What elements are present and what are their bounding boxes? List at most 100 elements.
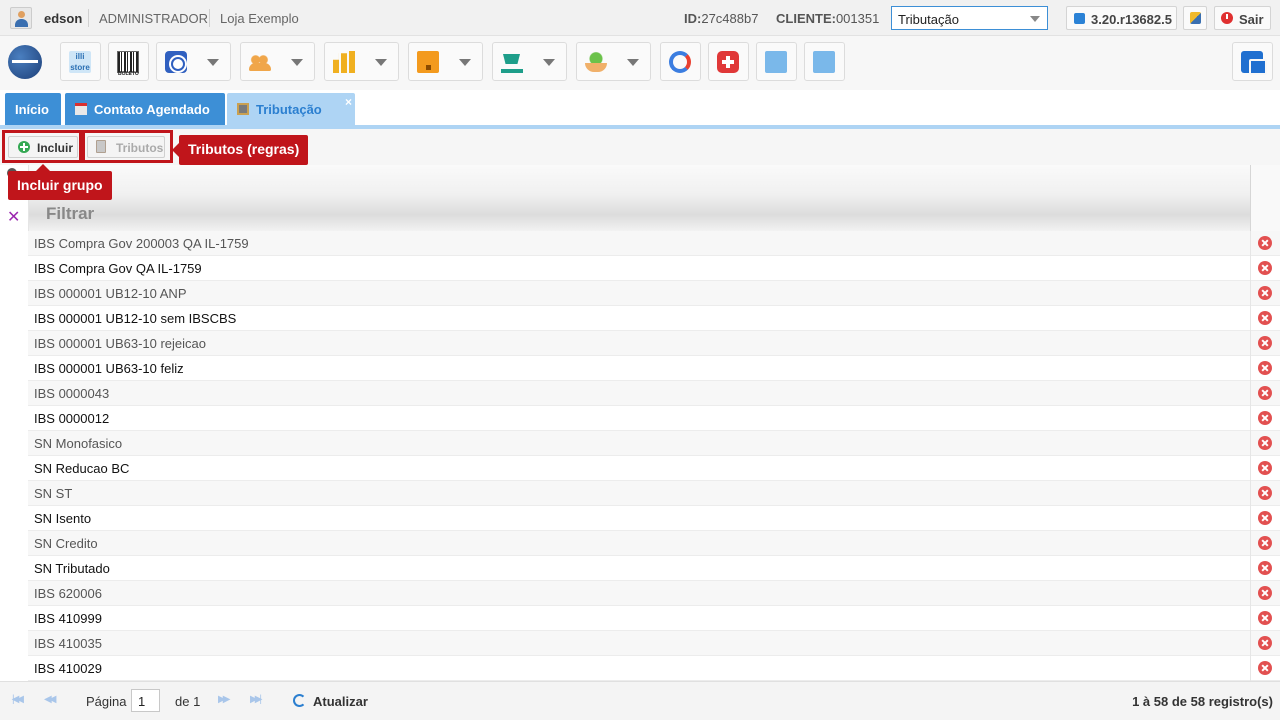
health-button[interactable] [708,42,749,81]
separator [88,9,89,27]
table-row[interactable]: IBS 000001 UB12-10 sem IBSCBS [28,306,1280,331]
column-divider [1250,306,1251,331]
chat-button[interactable] [1232,42,1273,81]
chevron-down-icon [543,59,555,66]
table-row[interactable]: SN Reducao BC [28,456,1280,481]
delete-row-icon[interactable] [1258,461,1272,475]
chevron-down-icon [1030,16,1040,22]
delete-row-icon[interactable] [1258,536,1272,550]
record-count: 1 à 58 de 58 registro(s) [1132,694,1273,709]
clear-filter-icon[interactable]: ✕ [7,210,20,226]
table-row[interactable]: IBS 410035 [28,631,1280,656]
table-row[interactable]: SN ST [28,481,1280,506]
include-group-callout: Incluir grupo [8,164,112,200]
row-description: IBS 410029 [34,661,102,676]
table-row[interactable]: IBS 0000043 [28,381,1280,406]
session-id: ID:27c488b7 [684,11,759,26]
chevron-down-icon [459,59,471,66]
table-row[interactable]: IBS 000001 UB12-10 ANP [28,281,1280,306]
column-divider [1250,356,1251,381]
delete-row-icon[interactable] [1258,561,1272,575]
row-description: IBS 410035 [34,636,102,651]
inventory-menu-button[interactable] [408,42,483,81]
first-page-icon[interactable]: |◀◀ [12,694,28,706]
hands-box-icon [585,51,607,73]
table-row[interactable]: IBS 410999 [28,606,1280,631]
user-name[interactable]: edson [44,11,82,26]
table-row[interactable]: SN Tributado [28,556,1280,581]
last-page-icon[interactable]: ▶▶| [250,694,266,706]
table-row[interactable]: IBS Compra Gov QA IL-1759 [28,256,1280,281]
page-number-input[interactable]: 1 [131,689,160,712]
delete-row-icon[interactable] [1258,261,1272,275]
barcode-icon [117,51,139,73]
delete-row-icon[interactable] [1258,411,1272,425]
delete-row-icon[interactable] [1258,286,1272,300]
delete-row-icon[interactable] [1258,636,1272,650]
boleto-module-button[interactable]: BOLETO [108,42,149,81]
close-icon[interactable]: × [345,95,352,109]
exit-label: Sair [1239,12,1264,27]
settings-menu-button[interactable] [156,42,231,81]
table-row[interactable]: IBS 0000012 [28,406,1280,431]
store-name[interactable]: Loja Exemplo [220,11,299,26]
people-menu-button[interactable] [240,42,315,81]
delete-row-icon[interactable] [1258,386,1272,400]
tab-contato-agendado[interactable]: Contato Agendado [65,93,225,125]
version-button[interactable]: 3.20.r13682.5 [1066,6,1177,30]
delete-row-icon[interactable] [1258,311,1272,325]
previous-page-icon[interactable]: ◀◀ [44,694,60,706]
broom-icon [1190,12,1201,24]
refresh-icon[interactable] [293,694,306,707]
row-description: SN Reducao BC [34,461,130,476]
delete-row-icon[interactable] [1258,511,1272,525]
next-page-icon[interactable]: ▶▶ [218,694,234,706]
row-description: IBS 000001 UB12-10 ANP [34,286,187,301]
row-description: IBS 620006 [34,586,102,601]
shortcut-button[interactable] [804,42,845,81]
tab-tributacao[interactable]: Tributação × [227,93,355,125]
delete-row-icon[interactable] [1258,361,1272,375]
column-divider [1250,606,1251,631]
delete-row-icon[interactable] [1258,661,1272,675]
delete-row-icon[interactable] [1258,486,1272,500]
grid-header-action-column [1250,165,1280,231]
refresh-button[interactable]: Atualizar [313,694,368,709]
store-module-button[interactable]: illi store [60,42,101,81]
table-row[interactable]: IBS 620006 [28,581,1280,606]
delete-row-icon[interactable] [1258,336,1272,350]
highlight-box [82,130,173,163]
shortcut-button[interactable] [756,42,797,81]
delete-row-icon[interactable] [1258,611,1272,625]
row-description: SN Isento [34,511,92,526]
reports-menu-button[interactable] [324,42,399,81]
delete-row-icon[interactable] [1258,586,1272,600]
clean-cache-button[interactable] [1183,6,1207,30]
column-divider [1250,406,1251,431]
people-icon [249,51,271,73]
tributos-callout: Tributos (regras) [171,135,309,165]
sync-button[interactable] [660,42,701,81]
delete-row-icon[interactable] [1258,436,1272,450]
delete-row-icon[interactable] [1258,236,1272,250]
table-row[interactable]: IBS 000001 UB63-10 feliz [28,356,1280,381]
table-row[interactable]: IBS Compra Gov 200003 QA IL-1759 [28,231,1280,256]
filter-label[interactable]: Filtrar [46,204,94,224]
sales-menu-button[interactable] [492,42,567,81]
exit-button[interactable]: Sair [1214,6,1271,30]
tile-icon [813,51,835,73]
table-row[interactable]: SN Credito [28,531,1280,556]
table-row[interactable]: SN Monofasico [28,431,1280,456]
services-menu-button[interactable] [576,42,651,81]
row-description: SN Monofasico [34,436,123,451]
row-description: IBS 0000043 [34,386,110,401]
page-total: de 1 [175,694,201,709]
table-row[interactable]: IBS 410029 [28,656,1280,681]
app-logo-icon[interactable] [8,45,42,79]
user-avatar-icon[interactable] [10,7,32,29]
table-row[interactable]: IBS 000001 UB63-10 rejeicao [28,331,1280,356]
chevron-down-icon [207,59,219,66]
tab-inicio[interactable]: Início [5,93,61,125]
table-row[interactable]: SN Isento [28,506,1280,531]
module-select[interactable]: Tributação [891,6,1048,30]
